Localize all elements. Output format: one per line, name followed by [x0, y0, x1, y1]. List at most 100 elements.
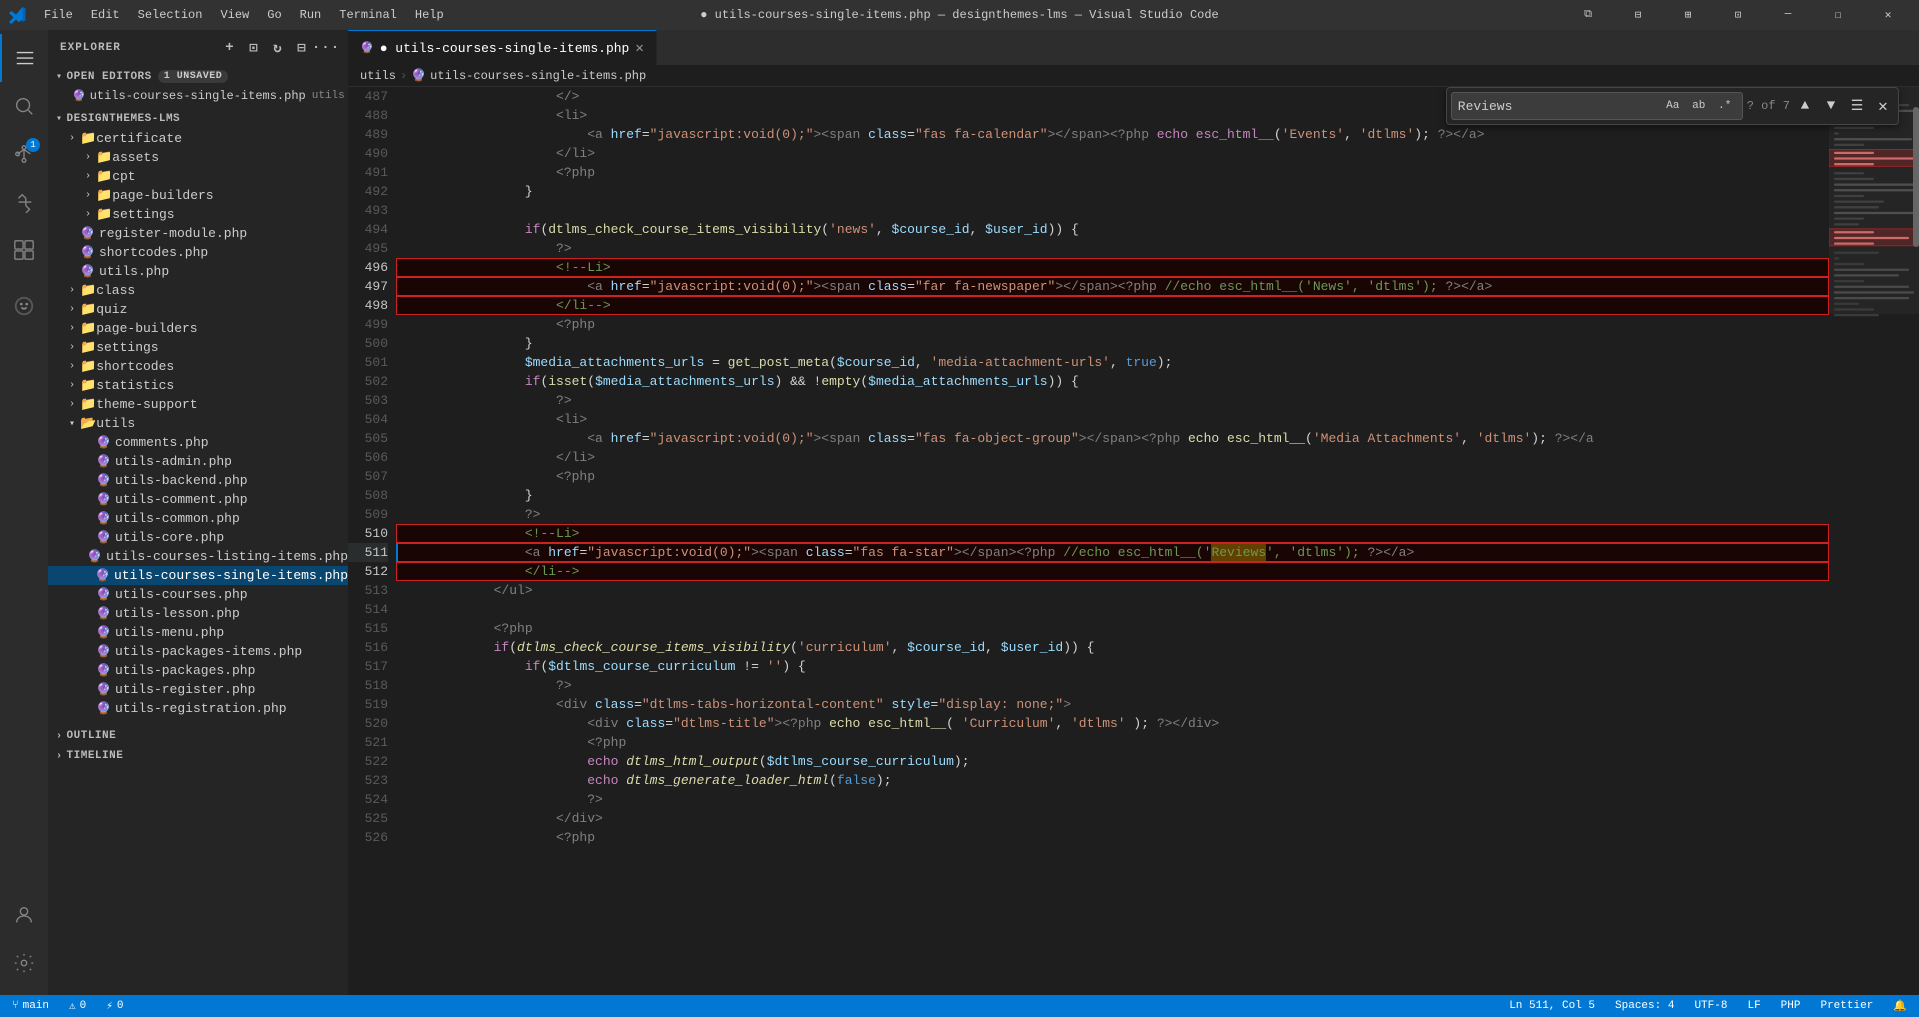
tab-utils-courses-single[interactable]: 🔮 ● utils-courses-single-items.php ✕ [348, 30, 657, 65]
menu-view[interactable]: View [212, 6, 257, 24]
folder-open-icon: 📂 [80, 416, 96, 431]
tree-page-builders-cert[interactable]: › 📁 page-builders [48, 186, 348, 205]
tree-utils-php[interactable]: 🔮 utils.php [48, 262, 348, 281]
customize-button[interactable]: ⊡ [1715, 0, 1761, 30]
tree-utils-register[interactable]: 🔮 utils-register.php [48, 680, 348, 699]
menu-run[interactable]: Run [292, 6, 330, 24]
menu-edit[interactable]: Edit [83, 6, 128, 24]
tree-utils-packages[interactable]: 🔮 utils-packages.php [48, 661, 348, 680]
find-close-button[interactable]: ✕ [1872, 95, 1894, 117]
tree-utils-registration[interactable]: 🔮 utils-registration.php [48, 699, 348, 718]
language-mode[interactable]: PHP [1777, 1000, 1805, 1012]
activity-search[interactable] [0, 82, 48, 130]
activity-copilot[interactable] [0, 282, 48, 330]
notifications[interactable]: 🔔 [1889, 999, 1911, 1013]
code-line-489: <a href="javascript:void(0);"><span clas… [396, 125, 1829, 144]
line-ending[interactable]: LF [1743, 1000, 1764, 1012]
tree-page-builders[interactable]: › 📁 page-builders [48, 319, 348, 338]
indentation[interactable]: Spaces: 4 [1611, 1000, 1678, 1012]
activity-settings[interactable] [0, 939, 48, 987]
timeline-header[interactable]: › TIMELINE [48, 746, 348, 766]
menu-go[interactable]: Go [259, 6, 289, 24]
use-regex-button[interactable]: .* [1714, 95, 1736, 117]
tree-certificate[interactable]: › 📁 certificate [48, 129, 348, 148]
code-line-508: } [396, 486, 1829, 505]
warnings-indicator[interactable]: ⚡ 0 [102, 999, 127, 1013]
menu-file[interactable]: File [36, 6, 81, 24]
tree-quiz[interactable]: › 📁 quiz [48, 300, 348, 319]
branch-indicator[interactable]: ⑂ main [8, 1000, 53, 1012]
split-button[interactable]: ⊟ [1615, 0, 1661, 30]
tree-register-module[interactable]: 🔮 register-module.php [48, 224, 348, 243]
tree-utils-backend[interactable]: 🔮 utils-backend.php [48, 471, 348, 490]
layout-button[interactable]: ⧉ [1565, 0, 1611, 30]
cursor-position[interactable]: Ln 511, Col 5 [1505, 1000, 1599, 1012]
activity-explorer[interactable] [0, 34, 48, 82]
panel-button[interactable]: ⊞ [1665, 0, 1711, 30]
file-name: utils-courses-listing-items.php [106, 549, 348, 564]
explorer-root[interactable]: ▾ DESIGNTHEMES-LMS [48, 109, 348, 129]
match-word-button[interactable]: ab [1688, 95, 1710, 117]
ln-520: 520 [348, 714, 388, 733]
find-list-button[interactable]: ☰ [1846, 95, 1868, 117]
refresh-icon[interactable]: ↻ [268, 38, 288, 58]
collapse-icon[interactable]: ⊟ [292, 38, 312, 58]
activity-account[interactable] [0, 891, 48, 939]
new-file-icon[interactable]: + [220, 38, 240, 58]
minimap-scrollbar[interactable] [1913, 107, 1919, 247]
match-case-button[interactable]: Aa [1662, 95, 1684, 117]
menu-terminal[interactable]: Terminal [331, 6, 405, 24]
code-line-515: <?php [396, 619, 1829, 638]
tree-utils-listing[interactable]: 🔮 utils-courses-listing-items.php [48, 547, 348, 566]
activity-source-control[interactable]: 1 [0, 130, 48, 178]
tree-statistics[interactable]: › 📁 statistics [48, 376, 348, 395]
open-editor-file[interactable]: 🔮 utils-courses-single-items.php utils [48, 87, 348, 105]
activity-extensions[interactable] [0, 226, 48, 274]
tree-shortcodes-php[interactable]: 🔮 shortcodes.php [48, 243, 348, 262]
breadcrumb-file[interactable]: utils-courses-single-items.php [430, 69, 646, 83]
tab-label: ● utils-courses-single-items.php [380, 41, 630, 56]
close-button[interactable]: ✕ [1865, 0, 1911, 30]
tree-utils-lesson[interactable]: 🔮 utils-lesson.php [48, 604, 348, 623]
tree-cpt[interactable]: › 📁 cpt [48, 167, 348, 186]
encoding-text: UTF-8 [1694, 1000, 1727, 1012]
activity-run[interactable] [0, 178, 48, 226]
tree-utils-packages-items[interactable]: 🔮 utils-packages-items.php [48, 642, 348, 661]
tree-comments[interactable]: 🔮 comments.php [48, 433, 348, 452]
open-editors-header[interactable]: ▾ OPEN EDITORS 1 unsaved [48, 66, 348, 87]
errors-indicator[interactable]: ⚠ 0 [65, 999, 90, 1013]
tree-utils-admin[interactable]: 🔮 utils-admin.php [48, 452, 348, 471]
new-folder-icon[interactable]: ⊡ [244, 38, 264, 58]
tree-utils-single[interactable]: 🔮 utils-courses-single-items.php [48, 566, 348, 585]
menu-help[interactable]: Help [407, 6, 452, 24]
formatter[interactable]: Prettier [1816, 1000, 1877, 1012]
minimize-button[interactable]: ─ [1765, 0, 1811, 30]
tab-close-icon[interactable]: ✕ [635, 40, 643, 57]
maximize-button[interactable]: ☐ [1815, 0, 1861, 30]
tree-theme-support[interactable]: › 📁 theme-support [48, 395, 348, 414]
tree-shortcodes[interactable]: › 📁 shortcodes [48, 357, 348, 376]
outline-header[interactable]: › OUTLINE [48, 726, 348, 746]
code-line-503: ?> [396, 391, 1829, 410]
code-viewport[interactable]: </> <li> <a href="javascript:void(0);"><… [396, 87, 1829, 995]
find-prev-button[interactable]: ▲ [1794, 95, 1816, 117]
tree-utils-folder[interactable]: ▾ 📂 utils [48, 414, 348, 433]
ln-507: 507 [348, 467, 388, 486]
encoding[interactable]: UTF-8 [1690, 1000, 1731, 1012]
menu-selection[interactable]: Selection [130, 6, 211, 24]
tree-utils-comment[interactable]: 🔮 utils-comment.php [48, 490, 348, 509]
tree-utils-core[interactable]: 🔮 utils-core.php [48, 528, 348, 547]
more-icon[interactable]: ··· [316, 38, 336, 58]
find-next-button[interactable]: ▼ [1820, 95, 1842, 117]
tree-utils-menu[interactable]: 🔮 utils-menu.php [48, 623, 348, 642]
ln-506: 506 [348, 448, 388, 467]
tree-utils-common[interactable]: 🔮 utils-common.php [48, 509, 348, 528]
tree-assets[interactable]: › 📁 assets [48, 148, 348, 167]
tree-utils-courses[interactable]: 🔮 utils-courses.php [48, 585, 348, 604]
tree-class[interactable]: › 📁 class [48, 281, 348, 300]
tree-settings-cert[interactable]: › 📁 settings [48, 205, 348, 224]
breadcrumb-utils[interactable]: utils [360, 69, 396, 83]
tree-settings[interactable]: › 📁 settings [48, 338, 348, 357]
code-line-496: <!--Li> [396, 258, 1829, 277]
find-input[interactable] [1458, 99, 1658, 114]
